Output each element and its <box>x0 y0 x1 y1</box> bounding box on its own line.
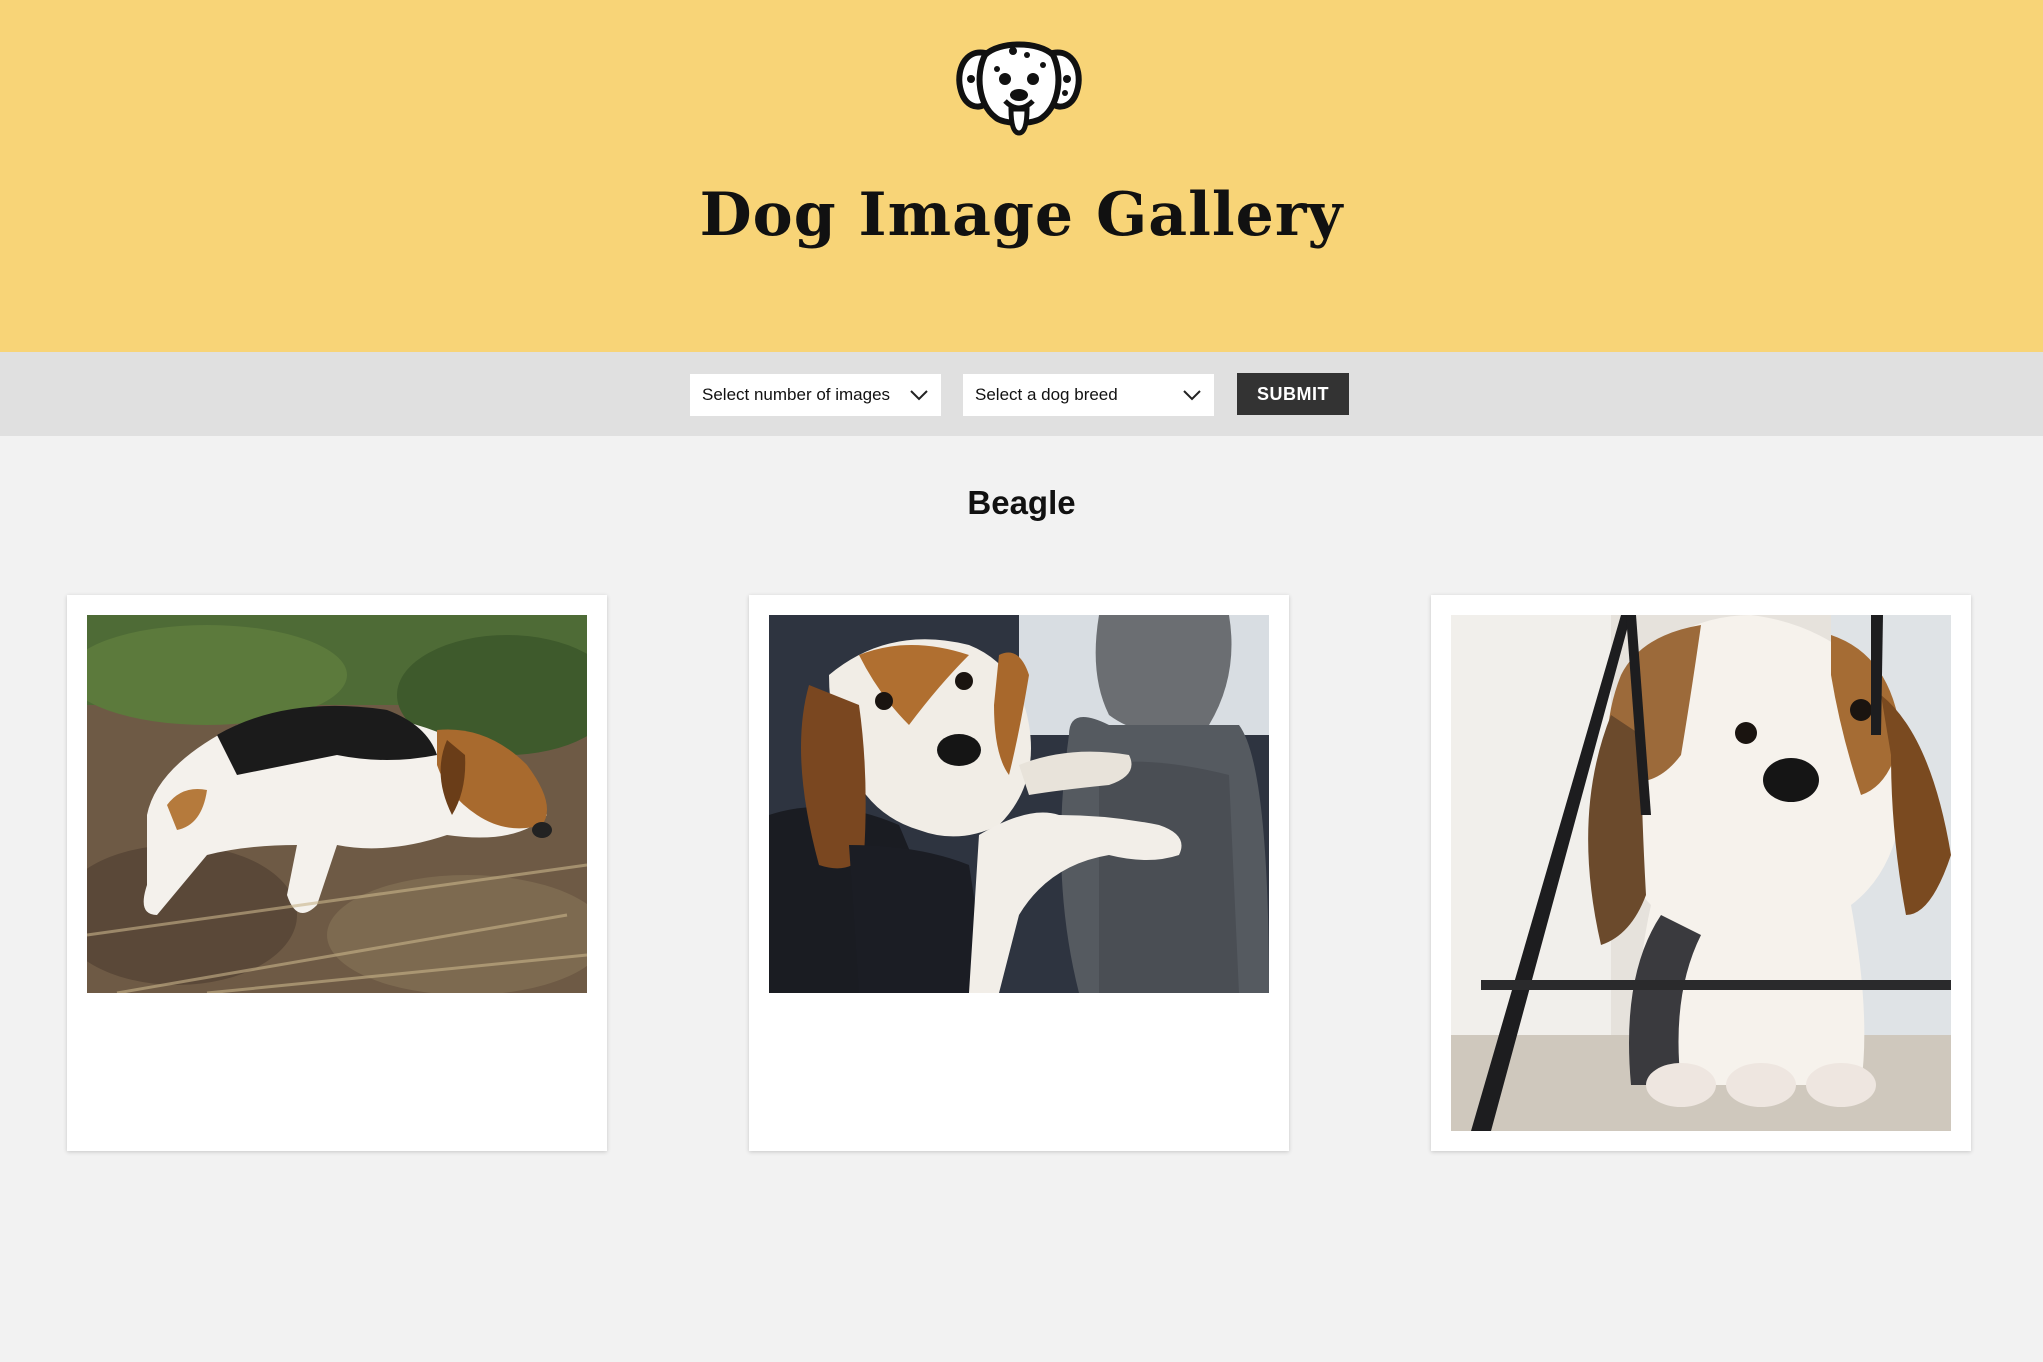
beagle-car-seat-image <box>769 615 1269 993</box>
image-count-select-label: Select number of images <box>702 385 891 404</box>
beagle-lying-image <box>87 615 587 993</box>
dog-photo[interactable] <box>87 615 587 993</box>
gallery-card <box>749 595 1289 1151</box>
image-count-select[interactable]: Select number of images <box>690 374 941 416</box>
page-title: Dog Image Gallery <box>699 180 1344 250</box>
breed-heading: Beagle <box>967 484 1076 521</box>
chevron-down-icon <box>1183 390 1201 401</box>
dalmatian-logo-icon <box>956 41 1082 136</box>
submit-button[interactable]: SUBMIT <box>1237 373 1349 415</box>
dog-photo[interactable] <box>769 615 1269 993</box>
chevron-down-icon <box>910 390 928 401</box>
beagle-puppy-image <box>1451 615 1951 1131</box>
dog-breed-select-label: Select a dog breed <box>975 385 1118 404</box>
site-header: Dog Image Gallery <box>0 0 2043 352</box>
gallery-card <box>1431 595 1971 1151</box>
dog-photo[interactable] <box>1451 615 1951 1131</box>
dog-breed-select[interactable]: Select a dog breed <box>963 374 1214 416</box>
gallery-card <box>67 595 607 1151</box>
filter-toolbar: Select number of images Select a dog bre… <box>0 352 2043 436</box>
